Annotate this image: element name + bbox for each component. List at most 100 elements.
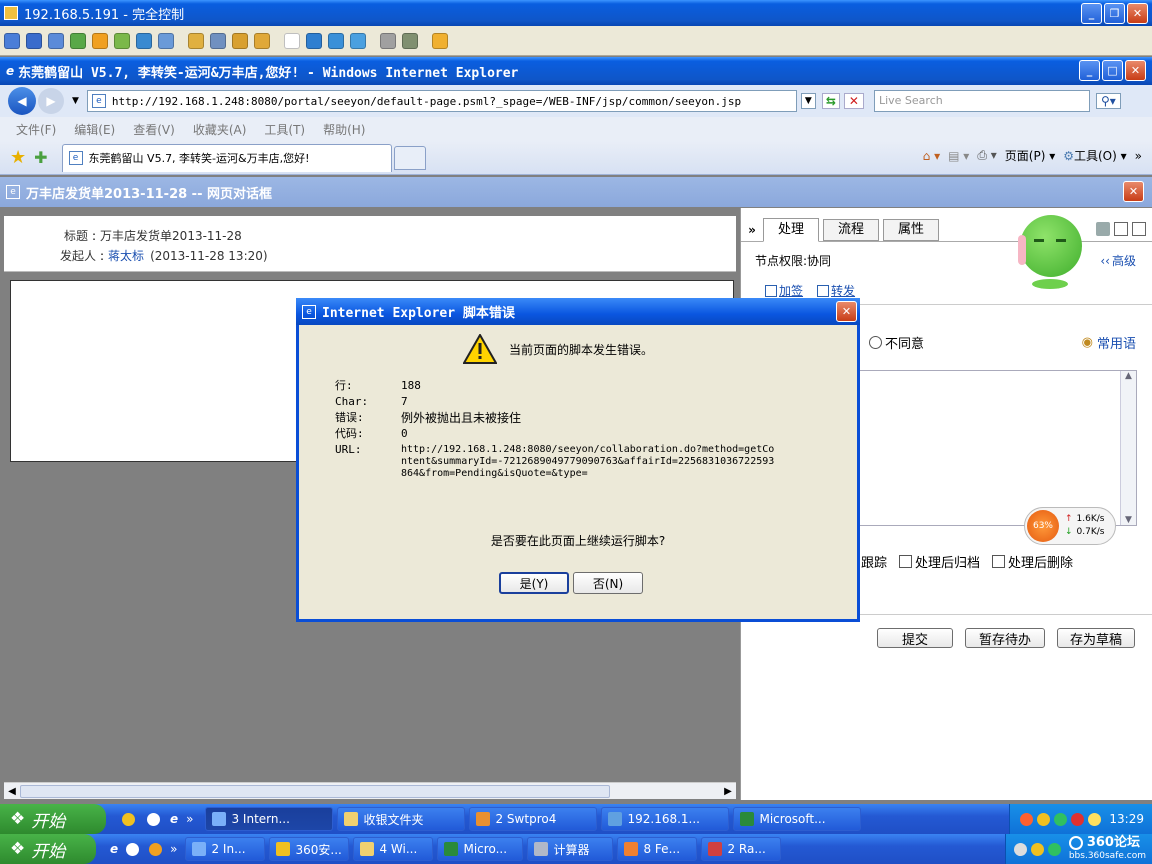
more-chevron-icon[interactable]: » bbox=[170, 842, 177, 856]
save-pending-button[interactable]: 暂存待办 bbox=[965, 628, 1045, 648]
archive-checkbox[interactable] bbox=[899, 555, 913, 568]
scroll-right-icon[interactable]: ▶ bbox=[720, 786, 736, 797]
sender-name[interactable]: 蒋太标 bbox=[108, 247, 144, 264]
taskbar-item[interactable]: 计算器 bbox=[527, 837, 614, 861]
menu-view[interactable]: 查看(V) bbox=[133, 121, 175, 138]
back-icon[interactable]: ◀ bbox=[8, 87, 36, 115]
print-icon[interactable]: ⎙ ▾ bbox=[977, 148, 996, 163]
quicklaunch-icon[interactable] bbox=[122, 812, 135, 826]
favorites-star-icon[interactable]: ★ bbox=[10, 147, 26, 168]
tray-icon[interactable] bbox=[1030, 842, 1044, 856]
ie-close-button[interactable]: ✕ bbox=[1125, 60, 1146, 81]
tray-icon[interactable] bbox=[1047, 842, 1061, 856]
refresh-icon[interactable]: ⇆ bbox=[821, 93, 840, 109]
tray-icon[interactable] bbox=[1013, 842, 1027, 856]
grid-icon[interactable] bbox=[1114, 222, 1128, 236]
tab-properties[interactable]: 属性 bbox=[883, 218, 939, 241]
tray-icon[interactable] bbox=[1020, 812, 1034, 826]
menu-tools[interactable]: 工具(T) bbox=[264, 121, 305, 138]
toolbar-icon[interactable] bbox=[70, 32, 86, 49]
address-field[interactable]: e http://192.168.1.248:8080/portal/seeyo… bbox=[86, 90, 797, 112]
page-menu[interactable]: 页面(P) ▾ bbox=[1005, 147, 1055, 164]
yes-button[interactable]: 是(Y) bbox=[499, 572, 569, 594]
toolbar-icon[interactable] bbox=[350, 32, 366, 49]
forward-button[interactable]: 转发 bbox=[817, 282, 855, 299]
opinion-textarea[interactable]: ▲ ▼ bbox=[841, 370, 1137, 526]
quicklaunch-icon[interactable] bbox=[149, 842, 163, 856]
no-button[interactable]: 否(N) bbox=[573, 572, 643, 594]
scroll-thumb[interactable] bbox=[20, 784, 610, 798]
tab-flow[interactable]: 流程 bbox=[823, 218, 879, 241]
ie-quicklaunch-icon[interactable]: e bbox=[110, 842, 118, 856]
textarea-scrollbar[interactable]: ▲ ▼ bbox=[1120, 371, 1136, 525]
tab-process[interactable]: 处理 bbox=[763, 217, 819, 242]
taskbar-item[interactable]: 192.168.1... bbox=[601, 807, 730, 831]
toolbar-icon[interactable] bbox=[136, 32, 152, 49]
tray-icon[interactable] bbox=[1088, 812, 1102, 826]
menu-file[interactable]: 文件(F) bbox=[16, 121, 56, 138]
toolbar-icon[interactable] bbox=[284, 32, 300, 49]
remote-minimize-button[interactable]: _ bbox=[1081, 3, 1102, 24]
list-icon[interactable] bbox=[1132, 222, 1146, 236]
taskbar-item[interactable]: 收银文件夹 bbox=[337, 807, 466, 831]
toolbar-icon[interactable] bbox=[92, 32, 108, 49]
taskbar-item[interactable]: 3 Intern... bbox=[205, 807, 334, 831]
delete-checkbox[interactable] bbox=[992, 555, 1006, 568]
taskbar-item[interactable]: 2 Swtpro4 bbox=[469, 807, 598, 831]
feeds-icon[interactable]: ▤ ▾ bbox=[948, 149, 969, 163]
toolbar-icon[interactable] bbox=[328, 32, 344, 49]
taskbar-item[interactable]: 2 In... bbox=[185, 837, 266, 861]
add-sign-button[interactable]: 加签 bbox=[765, 282, 803, 299]
toolbar-icon[interactable] bbox=[26, 32, 42, 49]
remote-restore-button[interactable]: ❐ bbox=[1104, 3, 1125, 24]
address-dropdown-icon[interactable]: ▼ bbox=[800, 93, 816, 109]
more-chevron-icon[interactable]: » bbox=[1135, 149, 1142, 163]
add-favorites-icon[interactable]: ✚ bbox=[34, 148, 47, 167]
toolbar-icon[interactable] bbox=[188, 32, 204, 49]
advanced-link[interactable]: 高级 bbox=[1112, 252, 1136, 269]
taskbar-item[interactable]: 2 Ra... bbox=[701, 837, 782, 861]
horizontal-scrollbar[interactable]: ◀ ▶ bbox=[4, 782, 736, 799]
toolbar-icon[interactable] bbox=[254, 32, 270, 49]
scroll-left-icon[interactable]: ◀ bbox=[4, 786, 20, 797]
taskbar-item[interactable]: Microsoft... bbox=[733, 807, 862, 831]
disagree-radio[interactable] bbox=[869, 336, 882, 349]
forward-icon[interactable]: ▶ bbox=[38, 88, 64, 114]
quicklaunch-icon[interactable] bbox=[147, 812, 160, 826]
home-icon[interactable]: ⌂ ▾ bbox=[923, 149, 940, 163]
toolbar-icon[interactable] bbox=[432, 32, 448, 49]
remote-close-button[interactable]: ✕ bbox=[1127, 3, 1148, 24]
webdialog-close-button[interactable]: ✕ bbox=[1123, 181, 1144, 202]
ie-maximize-button[interactable]: □ bbox=[1102, 60, 1123, 81]
common-phrases-link[interactable]: 常用语 bbox=[1097, 333, 1136, 352]
tray-icon[interactable] bbox=[1054, 812, 1068, 826]
scroll-down-icon[interactable]: ▼ bbox=[1121, 515, 1136, 525]
net-speed-widget[interactable]: 63% ↑ 1.6K/s ↓ 0.7K/s bbox=[1024, 507, 1116, 545]
menu-help[interactable]: 帮助(H) bbox=[323, 121, 365, 138]
start-button[interactable]: ❖ 开始 bbox=[0, 804, 106, 834]
toolbar-icon[interactable] bbox=[158, 32, 174, 49]
history-dropdown-icon[interactable]: ▼ bbox=[72, 96, 79, 106]
toolbar-icon[interactable] bbox=[114, 32, 130, 49]
toolbar-icon[interactable] bbox=[402, 32, 418, 49]
new-tab-button[interactable] bbox=[393, 145, 426, 170]
submit-button[interactable]: 提交 bbox=[877, 628, 953, 648]
tools-menu[interactable]: ⚙工具(O) ▾ bbox=[1063, 147, 1126, 164]
ie-minimize-button[interactable]: _ bbox=[1079, 60, 1100, 81]
tab-active[interactable]: e 东莞鹤留山 V5.7, 李转笑-运河&万丰店,您好! bbox=[61, 143, 392, 172]
collapse-chevron-icon[interactable]: » bbox=[741, 223, 763, 237]
search-icon[interactable]: ⚲▾ bbox=[1095, 93, 1121, 109]
menu-edit[interactable]: 编辑(E) bbox=[74, 121, 115, 138]
tray-icon[interactable] bbox=[1071, 812, 1085, 826]
toolbar-icon[interactable] bbox=[210, 32, 226, 49]
ie-quicklaunch-icon[interactable]: e bbox=[170, 812, 178, 826]
taskbar-item[interactable]: Micro... bbox=[437, 837, 524, 861]
clock[interactable]: 13:29 bbox=[1109, 812, 1144, 826]
menu-favorites[interactable]: 收藏夹(A) bbox=[193, 121, 247, 138]
save-draft-button[interactable]: 存为草稿 bbox=[1057, 628, 1135, 648]
error-close-button[interactable]: ✕ bbox=[836, 301, 857, 322]
taskbar-item[interactable]: 4 Wi... bbox=[353, 837, 434, 861]
mascot-icon[interactable] bbox=[1018, 205, 1084, 291]
tray-icon[interactable] bbox=[1037, 812, 1051, 826]
quicklaunch-icon[interactable] bbox=[126, 842, 140, 856]
